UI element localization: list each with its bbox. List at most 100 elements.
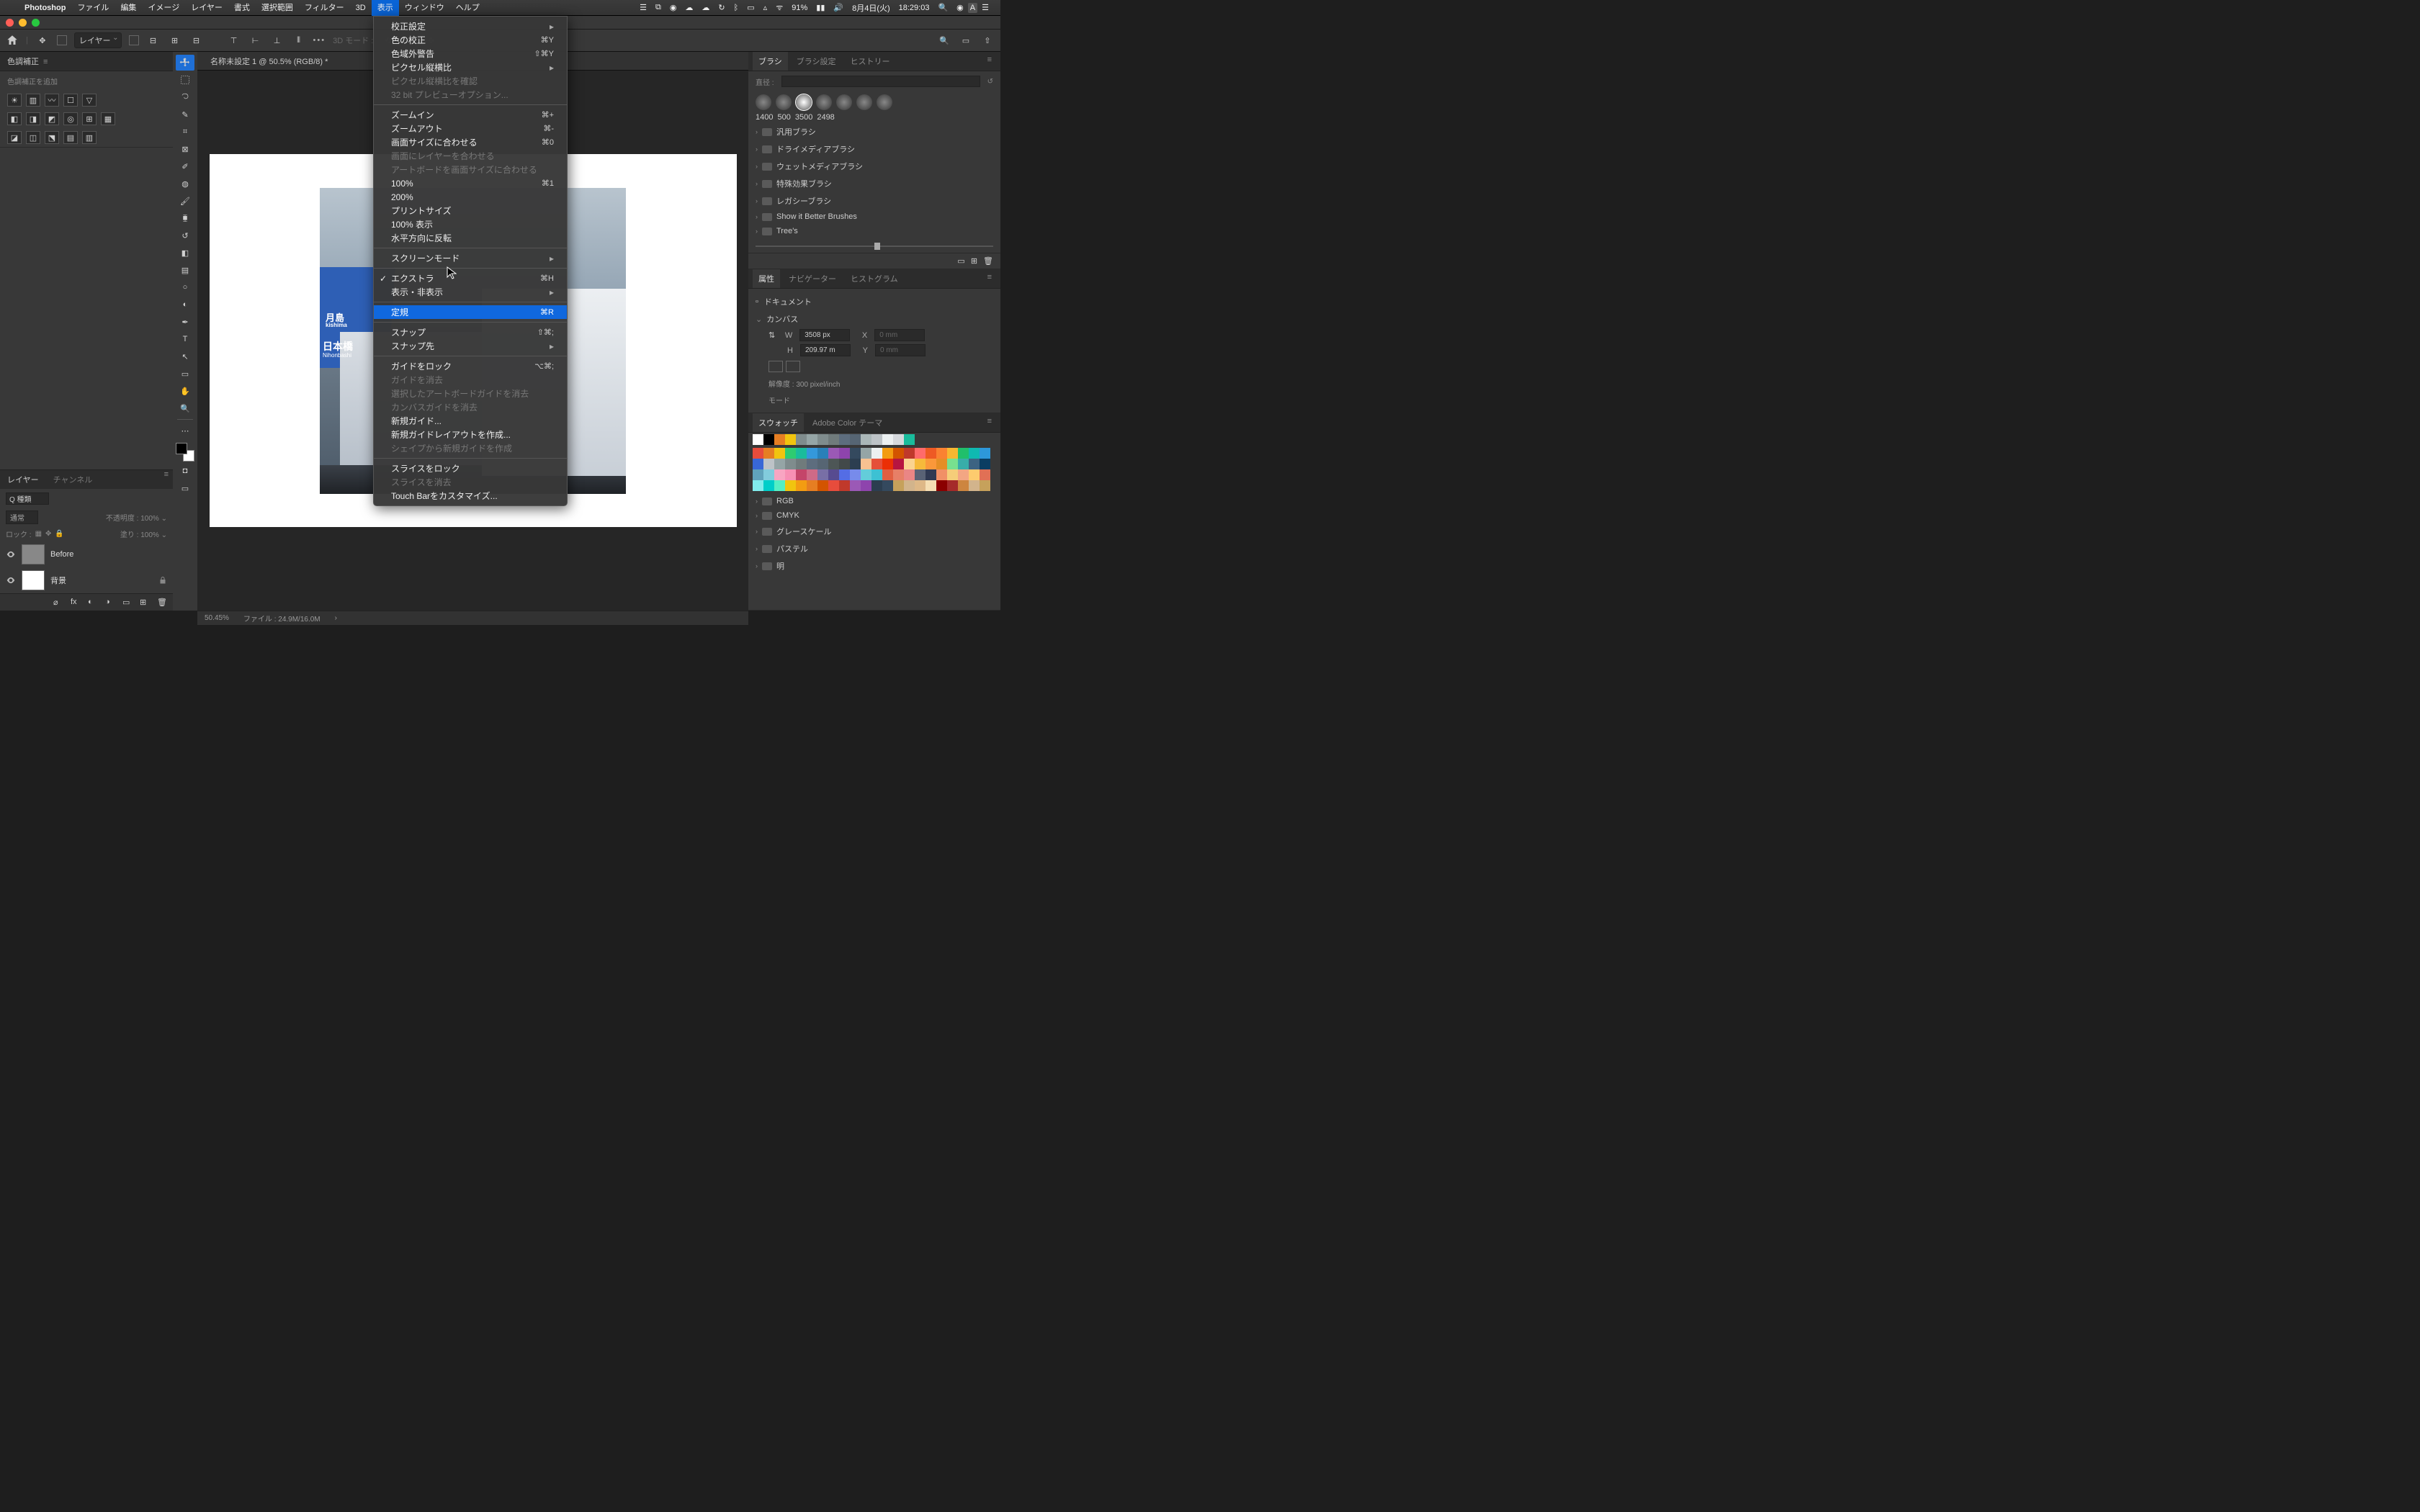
wifi-icon[interactable]: ᯤ [771, 2, 787, 13]
exposure-icon[interactable]: ☐ [63, 94, 78, 107]
screen-mode-icon[interactable]: ▭ [176, 480, 194, 496]
threshold-icon[interactable]: ⬔ [45, 131, 59, 144]
menubar-item-ウィンドウ[interactable]: ウィンドウ [399, 0, 450, 16]
opacity-value[interactable]: 100% [140, 515, 159, 523]
brush-preset[interactable] [877, 94, 892, 110]
swatch[interactable] [926, 448, 936, 459]
canvas-section-label[interactable]: カンバス [766, 313, 798, 325]
crop-tool[interactable]: ⌗ [176, 124, 194, 140]
healing-brush-tool[interactable]: ◍ [176, 176, 194, 192]
swatch[interactable] [763, 459, 774, 469]
panel-menu-icon[interactable]: ≡ [983, 52, 996, 71]
date[interactable]: 8月4日(火) [848, 2, 895, 14]
lock-all-icon[interactable]: 🔒 [55, 530, 63, 538]
swatch[interactable] [817, 434, 828, 445]
swatch[interactable] [817, 459, 828, 469]
posterize-icon[interactable]: ◫ [26, 131, 40, 144]
menu-item[interactable]: 色域外警告⇧⌘Y [374, 47, 567, 60]
layer-mask-icon[interactable]: ◐ [88, 598, 98, 608]
blend-mode-select[interactable]: 通常 [6, 510, 38, 524]
swatch[interactable] [893, 469, 904, 480]
panel-menu-icon[interactable]: ≡ [39, 58, 52, 66]
navigator-tab[interactable]: ナビゲーター [783, 269, 842, 288]
align-top-icon[interactable]: ⊤ [227, 33, 241, 48]
search-icon[interactable]: 🔍 [937, 33, 951, 48]
menu-item[interactable]: ガイドをロック⌥⌘; [374, 359, 567, 373]
transform-controls-checkbox[interactable] [129, 35, 139, 45]
brush-preset[interactable] [836, 94, 852, 110]
swatch[interactable] [785, 459, 796, 469]
battery-icon[interactable]: ▮▮ [812, 3, 829, 12]
status-hamburguer-icon[interactable]: ☰ [635, 3, 651, 12]
swatch-folder[interactable]: ›パステル [748, 540, 1000, 557]
swatch[interactable] [904, 459, 915, 469]
menubar-item-イメージ[interactable]: イメージ [142, 0, 185, 16]
swatch[interactable] [947, 469, 958, 480]
properties-tab[interactable]: 属性 [753, 269, 780, 288]
swatch[interactable] [774, 448, 785, 459]
swatch[interactable] [904, 469, 915, 480]
swatch[interactable] [936, 459, 947, 469]
color-lookup-icon[interactable]: ▦ [101, 112, 115, 125]
brush-preset[interactable] [856, 94, 872, 110]
visibility-icon[interactable] [6, 549, 16, 559]
menubar-item-表示[interactable]: 表示 [372, 0, 399, 16]
cc-icon[interactable]: ◉ [666, 3, 681, 12]
swatch[interactable] [850, 434, 861, 445]
swatch[interactable] [958, 459, 969, 469]
swatch[interactable] [904, 480, 915, 491]
menu-item[interactable]: 色の校正⌘Y [374, 33, 567, 47]
swatch[interactable] [839, 448, 850, 459]
spotlight-icon[interactable]: 🔍 [933, 3, 952, 12]
swatch[interactable] [839, 469, 850, 480]
move-tool-icon[interactable]: ✥ [35, 33, 50, 48]
menu-item[interactable]: ズームイン⌘+ [374, 108, 567, 122]
brightness-icon[interactable]: ☀ [7, 94, 22, 107]
swatch[interactable] [893, 434, 904, 445]
menubar-item-書式[interactable]: 書式 [228, 0, 256, 16]
photo-filter-icon[interactable]: ◎ [63, 112, 78, 125]
swatch[interactable] [904, 448, 915, 459]
menu-item[interactable]: ピクセル縦横比▸ [374, 60, 567, 74]
layer-fx-icon[interactable]: fx [71, 598, 81, 608]
swatch[interactable] [774, 480, 785, 491]
swatch-folder[interactable]: ›グレースケール [748, 523, 1000, 540]
menu-item[interactable]: スナップ先▸ [374, 339, 567, 353]
panel-menu-icon[interactable]: ≡ [983, 269, 996, 288]
swatch[interactable] [763, 448, 774, 459]
eyedropper-tool[interactable]: ✐ [176, 158, 194, 174]
swatch[interactable] [796, 448, 807, 459]
channels-tab[interactable]: チャンネル [46, 470, 100, 489]
swatch[interactable] [850, 448, 861, 459]
zoom-tool[interactable]: 🔍 [176, 400, 194, 416]
swatch[interactable] [850, 480, 861, 491]
hand-tool[interactable]: ✋ [176, 383, 194, 399]
edit-toolbar-icon[interactable]: ⋯ [176, 423, 194, 438]
brush-folder[interactable]: ›レガシーブラシ [748, 192, 1000, 210]
swatch[interactable] [785, 480, 796, 491]
workspace-icon[interactable]: ▭ [959, 33, 973, 48]
swatch[interactable] [774, 434, 785, 445]
swatch[interactable] [817, 469, 828, 480]
marquee-tool[interactable] [176, 72, 194, 88]
menu-item[interactable]: 新規ガイド... [374, 414, 567, 428]
brush-folder[interactable]: ›特殊効果ブラシ [748, 175, 1000, 192]
layer-row-before[interactable]: Before [0, 541, 173, 567]
panel-menu-icon[interactable]: ≡ [983, 413, 996, 432]
fill-value[interactable]: 100% [140, 531, 159, 539]
history-tab[interactable]: ヒストリー [845, 52, 896, 71]
align-bottom-icon[interactable]: ⊥ [270, 33, 284, 48]
swatch-folder[interactable]: ›RGB [748, 494, 1000, 508]
swatch[interactable] [807, 459, 817, 469]
notification-icon[interactable]: ☰ [977, 3, 993, 12]
layers-tab[interactable]: レイヤー [0, 470, 46, 489]
auto-select-target[interactable]: レイヤー [74, 32, 122, 48]
swatch[interactable] [926, 480, 936, 491]
hue-icon[interactable]: ◧ [7, 112, 22, 125]
dodge-tool[interactable]: ◐ [176, 297, 194, 312]
menubar-item-レイヤー[interactable]: レイヤー [185, 0, 228, 16]
menu-item[interactable]: プリントサイズ [374, 204, 567, 217]
menu-item[interactable]: ✓エクストラ⌘H [374, 271, 567, 285]
visibility-icon[interactable] [6, 575, 16, 585]
volume-icon[interactable]: 🔊 [829, 3, 848, 12]
